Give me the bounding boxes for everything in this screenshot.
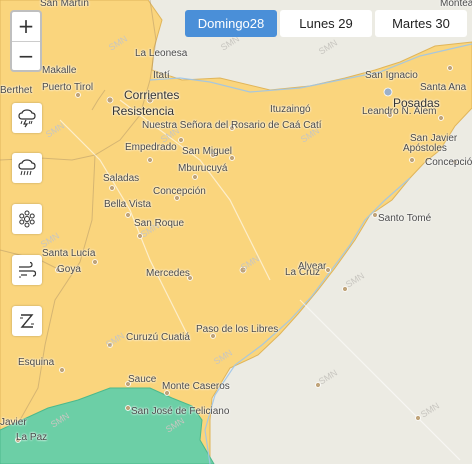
place-label: Saladas	[103, 173, 140, 184]
wind-button[interactable]	[12, 255, 42, 285]
snow-button[interactable]	[12, 204, 42, 234]
tab-lunes[interactable]: Lunes 29	[280, 10, 372, 37]
rain-icon	[18, 159, 36, 176]
place-label: Mercedes	[146, 268, 190, 279]
place-label: La Paz	[16, 432, 48, 443]
place-label: Sauce	[128, 374, 157, 385]
tab-martes[interactable]: Martes 30	[375, 10, 467, 37]
place-label: Puerto Tirol	[42, 82, 94, 93]
place-label: La Cruz	[285, 267, 321, 278]
place-label: Resistencia	[112, 104, 175, 118]
place-label: Empedrado	[125, 142, 177, 153]
place-label: Esquina	[18, 357, 55, 368]
place-label: Monte Caseros	[162, 381, 230, 392]
place-label: Makalle	[42, 65, 77, 76]
place-label: Itatí	[153, 70, 170, 81]
place-label: Goya	[57, 264, 81, 275]
place-label: Posadas	[393, 96, 440, 110]
place-label: San Ignacio	[365, 70, 418, 81]
place-label: Monteagudo	[440, 0, 472, 9]
place-label: San Miguel	[182, 146, 233, 157]
rain-storm-button[interactable]	[12, 103, 42, 133]
place-label: Mburucuyá	[178, 163, 228, 174]
place-label: Santa Lucía	[42, 248, 96, 259]
heat-icon	[20, 314, 34, 328]
place-label: Santo Tomé	[378, 213, 432, 224]
zoom-out-button[interactable]: −	[12, 42, 40, 71]
place-label: Apóstoles	[403, 143, 447, 154]
place-label: San Roque	[134, 218, 185, 229]
place-label: Javier	[0, 417, 27, 428]
zoom-control: + −	[10, 10, 42, 72]
tab-domingo[interactable]: Domingo28	[185, 10, 277, 37]
place-label: Santa Ana	[420, 82, 467, 93]
rain-storm-icon	[18, 109, 36, 128]
place-label: Paso de los Libres	[196, 324, 279, 335]
place-label: Bella Vista	[104, 199, 152, 210]
zoom-in-button[interactable]: +	[12, 12, 40, 42]
place-label: La Leonesa	[135, 48, 188, 59]
heat-button[interactable]	[12, 306, 42, 336]
place-label: San José de Feliciano	[131, 406, 230, 417]
place-label: San Martín	[40, 0, 89, 9]
map-canvas[interactable]: SMN SMN SMN SMN SMN SMN SMN SMN SMN SMN …	[0, 0, 472, 464]
place-label: Corrientes	[124, 88, 180, 102]
rain-button[interactable]	[12, 153, 42, 183]
place-label: Nuestra Señora del Rosario de Caá Catí	[142, 120, 322, 131]
place-label: Curuzú Cuatiá	[126, 332, 190, 343]
place-label: Ituzaingó	[270, 104, 311, 115]
place-label: Concepción	[153, 186, 206, 197]
place-label: Concepción	[425, 157, 472, 168]
snow-icon	[19, 210, 35, 228]
place-label: Berthet	[0, 85, 33, 96]
wind-icon	[19, 261, 37, 278]
